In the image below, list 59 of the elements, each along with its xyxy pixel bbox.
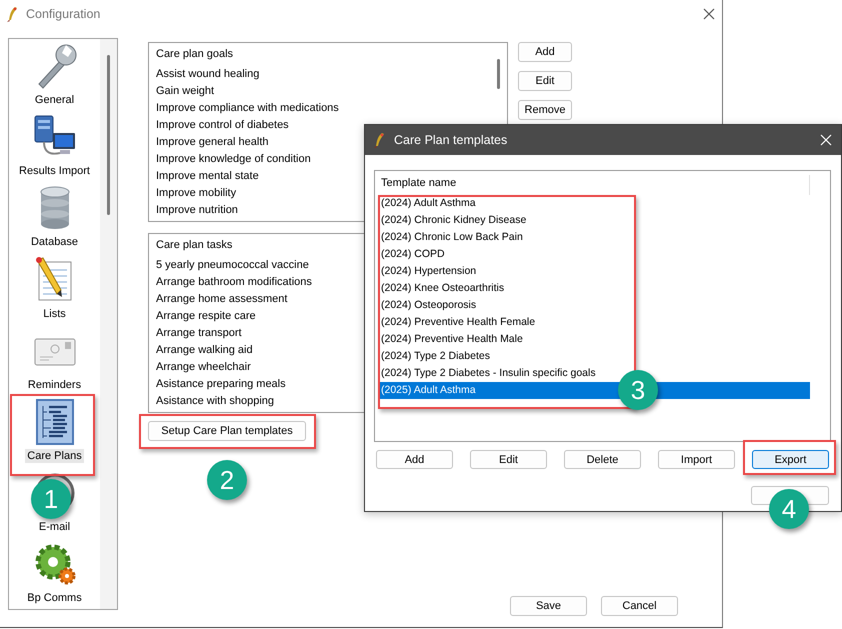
template-row[interactable]: (2024) Chronic Kidney Disease	[378, 212, 528, 229]
goal-action-button[interactable]: Remove	[518, 100, 572, 120]
template-row[interactable]: (2024) Chronic Low Back Pain	[378, 229, 525, 246]
sidebar-item[interactable]: Database	[28, 235, 80, 250]
feather-icon	[6, 6, 18, 22]
list-item[interactable]: Improve mental state	[156, 168, 259, 185]
dialog-button[interactable]: Export	[752, 450, 829, 469]
dialog-button[interactable]: Add	[376, 450, 453, 469]
dialog-button[interactable]: Import	[658, 450, 735, 469]
dialog-button[interactable]: Delete	[564, 450, 641, 469]
list-item[interactable]: Arrange walking aid	[156, 342, 253, 359]
sidebar-item[interactable]: Bp Comms	[25, 591, 84, 605]
template-row[interactable]: (2024) Hypertension	[378, 263, 478, 280]
list-item[interactable]: 5 yearly pneumococcal vaccine	[156, 257, 309, 274]
sidebar-item[interactable]: Reminders	[26, 378, 84, 392]
list-item[interactable]: Arrange bathroom modifications	[156, 274, 312, 291]
goal-action-button[interactable]: Edit	[518, 71, 572, 91]
template-row[interactable]: (2024) Type 2 Diabetes	[378, 348, 492, 365]
template-row[interactable]: (2024) Preventive Health Male	[378, 331, 525, 348]
sidebar-item[interactable]: Care Plans	[25, 448, 84, 463]
list-item[interactable]: Improve mobility	[156, 185, 236, 202]
footer-button[interactable]: Cancel	[601, 596, 678, 616]
template-row[interactable]: (2024) COPD	[378, 246, 447, 263]
column-header[interactable]: Template name	[375, 175, 810, 195]
template-row[interactable]: (2024) Preventive Health Female	[378, 314, 538, 331]
list-item[interactable]: Improve knowledge of condition	[156, 151, 311, 168]
close-icon[interactable]	[703, 8, 715, 20]
list-item[interactable]: Arrange respite care	[156, 308, 256, 325]
list-item[interactable]: Improve compliance with medications	[156, 100, 339, 117]
step-badge: 4	[769, 489, 809, 529]
list-item[interactable]: Arrange transport	[156, 325, 242, 342]
template-row[interactable]: (2024) Osteoporosis	[378, 297, 478, 314]
template-row[interactable]: (2024) Knee Osteoarthritis	[378, 280, 506, 297]
list-item[interactable]: Improve nutrition	[156, 202, 238, 219]
sidebar-item[interactable]: Lists	[41, 306, 68, 320]
sidebar-item[interactable]: General	[32, 93, 76, 108]
list-item[interactable]: Assist wound healing	[156, 66, 260, 83]
setup-templates-button[interactable]: Setup Care Plan templates	[148, 421, 306, 441]
goal-action-button[interactable]: Add	[518, 42, 572, 62]
list-header: Care plan goals	[156, 47, 234, 62]
sidebar-item[interactable]: Results Import	[17, 164, 92, 178]
window-title: Configuration	[26, 7, 100, 21]
list-item[interactable]: Improve general health	[156, 134, 269, 151]
dialog-title: Care Plan templates	[394, 133, 508, 147]
list-item[interactable]: Arrange home assessment	[156, 291, 288, 308]
footer-button[interactable]: Save	[510, 596, 587, 616]
list-item[interactable]: Gain weight	[156, 83, 214, 100]
dialog-button[interactable]: Edit	[470, 450, 547, 469]
list-item[interactable]: Asistance with shopping	[156, 393, 274, 410]
scrollbar-thumb[interactable]	[496, 59, 500, 89]
template-row[interactable]: (2024) Adult Asthma	[378, 195, 478, 212]
feather-icon	[373, 132, 385, 148]
sidebar-item[interactable]: E-mail	[36, 520, 72, 534]
list-item[interactable]: Arrange wheelchair	[156, 359, 251, 376]
list-item[interactable]: Improve control of diabetes	[156, 117, 289, 134]
list-header: Care plan tasks	[156, 238, 232, 253]
scrollbar-thumb[interactable]	[107, 55, 110, 215]
template-row[interactable]: (2024) Type 2 Diabetes - Insulin specific goals	[378, 365, 598, 382]
list-item[interactable]: Asistance preparing meals	[156, 376, 286, 393]
